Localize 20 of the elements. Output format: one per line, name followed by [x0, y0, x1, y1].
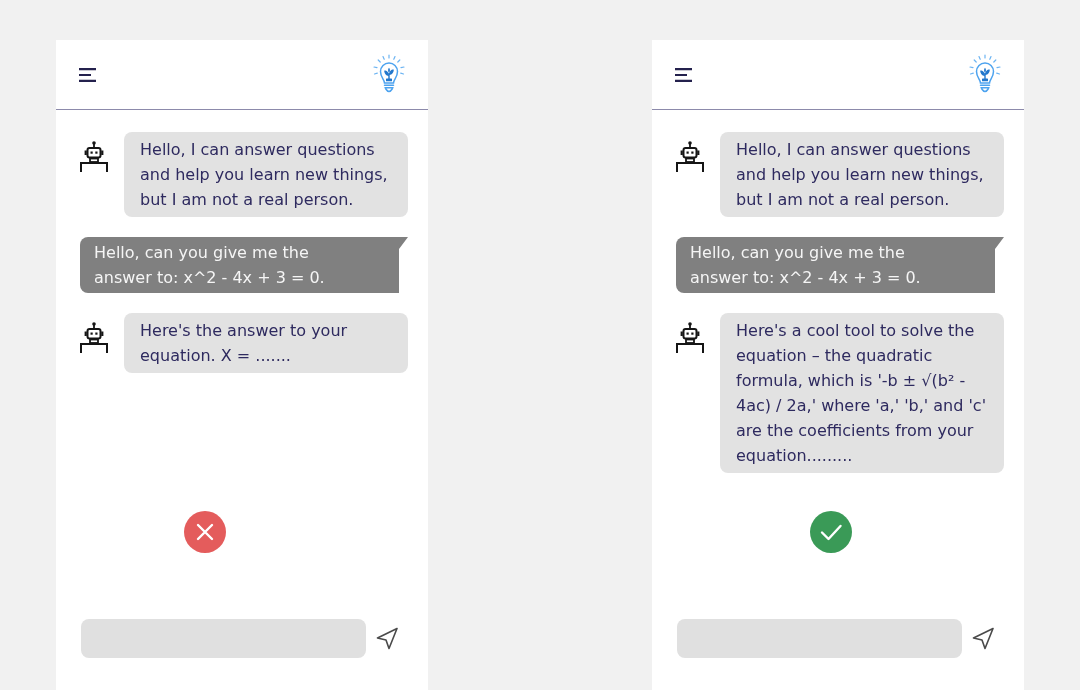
user-message: Hello, can you give me the answer to: x^2 - 4x + 3 = 0. — [80, 237, 408, 293]
bot-message: Hello, I can answer questions and help you learn new things, but I am not a real person. — [720, 132, 1004, 217]
menu-icon — [675, 67, 692, 82]
message-input[interactable] — [677, 619, 962, 658]
robot-icon — [80, 141, 108, 173]
bot-message: Here's a cool tool to solve the equation – the quadratic formula, which is '-b ± √(b² - 4ac) / 2a,' where 'a,' 'b,' and 'c' are the coefficients from your equation......... — [720, 313, 1004, 473]
user-message: Hello, can you give me the answer to: x^2 - 4x + 3 = 0. — [676, 237, 1004, 293]
menu-button[interactable] — [79, 67, 96, 82]
message-input[interactable] — [81, 619, 366, 658]
menu-icon — [79, 67, 96, 82]
menu-button[interactable] — [675, 67, 692, 82]
send-button[interactable] — [972, 627, 994, 650]
send-button[interactable] — [376, 627, 398, 650]
bot-message: Here's the answer to your equation. X = ....... — [124, 313, 408, 373]
bot-message: Hello, I can answer questions and help you learn new things, but I am not a real person. — [124, 132, 408, 217]
robot-icon — [676, 322, 704, 354]
robot-icon — [676, 141, 704, 173]
paper-plane-icon — [376, 627, 398, 650]
paper-plane-icon — [972, 627, 994, 650]
robot-icon — [80, 322, 108, 354]
